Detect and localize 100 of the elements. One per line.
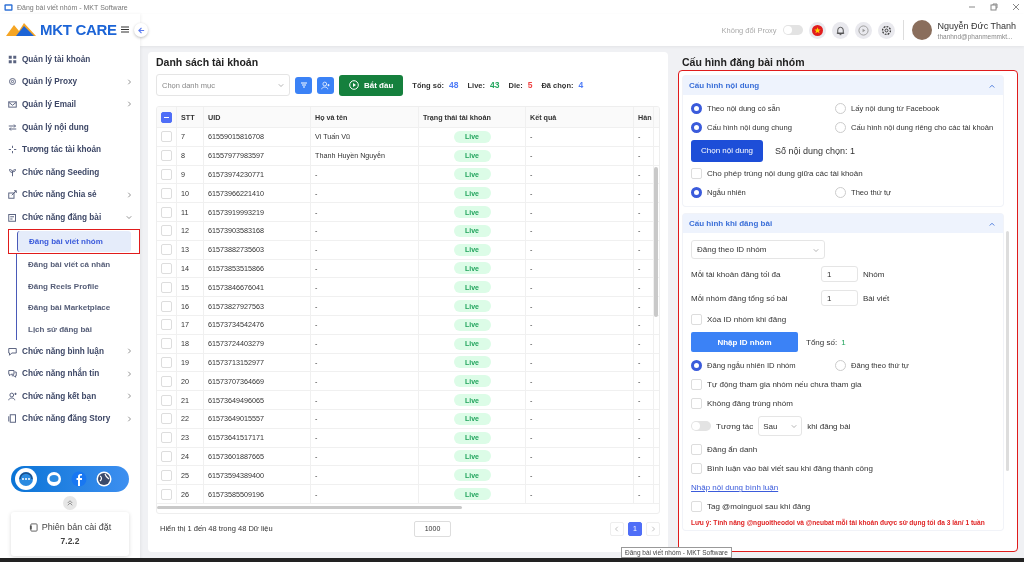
restore-icon[interactable] bbox=[990, 3, 998, 11]
proxy-toggle[interactable] bbox=[782, 25, 803, 35]
previous-page-button[interactable] bbox=[610, 521, 624, 536]
sidebar-item[interactable]: Chức năng Seeding bbox=[0, 160, 140, 184]
row-checkbox[interactable] bbox=[161, 300, 172, 312]
comment-content-link[interactable]: Nhập nội dung bình luận bbox=[691, 483, 779, 493]
sidebar-item[interactable]: Tương tác tài khoản bbox=[0, 138, 140, 161]
option-label: Cho phép trùng nội dung giữa các tài khoản bbox=[707, 168, 863, 178]
checkbox[interactable] bbox=[691, 398, 702, 410]
row-checkbox[interactable] bbox=[161, 413, 172, 425]
row-checkbox[interactable] bbox=[161, 356, 172, 368]
sidebar-subitem[interactable]: Đăng bài Marketplace bbox=[16, 296, 132, 319]
user-name: Nguyễn Đức Thanh bbox=[937, 20, 1016, 31]
gear-icon bbox=[8, 77, 17, 87]
sidebar-subitem[interactable]: Lịch sử đăng bài bbox=[16, 318, 132, 340]
row-checkbox[interactable] bbox=[161, 187, 172, 199]
number-field[interactable]: 1 bbox=[821, 290, 858, 307]
row-checkbox[interactable] bbox=[161, 169, 172, 180]
option-label: Tag @moinguoi sau khi đăng bbox=[707, 502, 811, 512]
count-label: Số nội dung chọn: 1 bbox=[775, 145, 856, 156]
row-checkbox[interactable] bbox=[161, 244, 172, 256]
checkbox[interactable] bbox=[691, 501, 702, 513]
flag-button[interactable] bbox=[808, 21, 826, 39]
row-checkbox[interactable] bbox=[161, 262, 172, 274]
post-mode-select[interactable]: Đăng theo ID nhóm bbox=[691, 240, 825, 260]
row-checkbox[interactable] bbox=[161, 150, 172, 162]
sidebar-subitem[interactable]: Đăng bài viết nhóm bbox=[17, 230, 131, 253]
avatar[interactable] bbox=[911, 20, 932, 40]
sidebar-item[interactable]: Chức năng bình luận bbox=[0, 339, 140, 363]
timing-select[interactable]: Sau bbox=[758, 416, 803, 437]
sidebar-item[interactable]: Quản lý Proxy bbox=[0, 70, 140, 94]
sidebar-item[interactable]: Chức năng kết bạn bbox=[0, 384, 140, 408]
menu-icon[interactable] bbox=[120, 25, 129, 33]
play-button[interactable] bbox=[854, 21, 872, 39]
section-header[interactable]: Cấu hình nội dung bbox=[683, 76, 1003, 95]
sidebar-item[interactable]: Quản lý Email bbox=[0, 93, 140, 116]
start-button[interactable]: Bắt đầu bbox=[339, 74, 404, 96]
chevron-right-icon bbox=[650, 525, 656, 532]
settings-button[interactable] bbox=[877, 21, 895, 39]
mail-icon bbox=[8, 100, 17, 109]
settings-icon bbox=[880, 24, 892, 36]
sidebar-item[interactable]: Chức năng Chia sẻ bbox=[0, 183, 140, 207]
select-all-checkbox[interactable] bbox=[161, 111, 172, 123]
sidebar-item[interactable]: Chức năng nhắn tin bbox=[0, 362, 140, 385]
checkbox[interactable] bbox=[691, 167, 702, 179]
close-icon[interactable] bbox=[1012, 3, 1020, 11]
section-header[interactable]: Cấu hình khi đăng bài bbox=[683, 214, 1003, 234]
interaction-toggle[interactable] bbox=[691, 421, 711, 432]
bell-button[interactable] bbox=[831, 21, 849, 39]
row-checkbox[interactable] bbox=[161, 338, 172, 350]
count-value: 1 bbox=[841, 338, 846, 347]
app-logo-text: MKT CARE bbox=[40, 20, 117, 38]
row-checkbox[interactable] bbox=[161, 394, 172, 406]
comment-icon bbox=[8, 346, 17, 356]
add-user-button[interactable] bbox=[317, 76, 334, 94]
expand-button[interactable] bbox=[63, 496, 77, 510]
row-checkbox[interactable] bbox=[161, 319, 172, 331]
action-button[interactable]: Nhập ID nhóm bbox=[691, 332, 798, 353]
chat-bubble-icon[interactable] bbox=[46, 471, 62, 487]
radio-button[interactable] bbox=[691, 187, 702, 199]
vertical-scrollbar[interactable] bbox=[1006, 231, 1009, 471]
row-checkbox[interactable] bbox=[161, 432, 172, 444]
action-button[interactable]: Chọn nội dung bbox=[691, 139, 764, 162]
chevron-down-icon bbox=[813, 246, 819, 253]
checkbox[interactable] bbox=[691, 462, 702, 474]
next-page-button[interactable] bbox=[646, 521, 660, 536]
sidebar-item[interactable]: Chức năng đăng Story bbox=[0, 407, 140, 431]
option-label: Tự động tham gia nhóm nếu chưa tham gia bbox=[707, 379, 862, 389]
sidebar-subitem[interactable]: Đăng bài viết cá nhân bbox=[16, 254, 132, 276]
sidebar-subitem[interactable]: Đăng Reels Profile bbox=[16, 275, 132, 297]
f-logo-icon[interactable] bbox=[71, 471, 87, 487]
radio-button[interactable] bbox=[691, 122, 702, 134]
filter-button[interactable] bbox=[295, 76, 312, 94]
sidebar-item[interactable]: Quản lý nội dung bbox=[0, 115, 140, 139]
globe-icon[interactable] bbox=[96, 471, 112, 487]
collapse-button[interactable] bbox=[134, 23, 148, 37]
horizontal-scrollbar[interactable] bbox=[157, 505, 462, 509]
row-checkbox[interactable] bbox=[161, 225, 172, 237]
checkbox[interactable] bbox=[691, 378, 702, 390]
row-checkbox[interactable] bbox=[161, 469, 172, 481]
checkbox[interactable] bbox=[691, 314, 702, 326]
row-checkbox[interactable] bbox=[161, 206, 172, 218]
row-checkbox[interactable] bbox=[161, 450, 172, 462]
chat-icon bbox=[8, 369, 17, 379]
radio-button[interactable] bbox=[691, 103, 702, 115]
minimize-icon[interactable] bbox=[968, 3, 976, 11]
sidebar-item[interactable]: Chức năng đăng bài bbox=[0, 206, 140, 229]
row-checkbox[interactable] bbox=[161, 375, 172, 387]
checkbox[interactable] bbox=[691, 443, 702, 455]
row-checkbox[interactable] bbox=[161, 488, 172, 500]
chevron-down-icon bbox=[278, 82, 284, 88]
field-label: Mỗi nhóm đăng tổng số bài bbox=[691, 293, 789, 303]
stat-value: 4 bbox=[578, 80, 584, 90]
radio-button[interactable] bbox=[691, 359, 702, 371]
row-checkbox[interactable] bbox=[161, 131, 172, 143]
row-checkbox[interactable] bbox=[161, 281, 172, 293]
vertical-scrollbar[interactable] bbox=[654, 167, 658, 317]
sidebar-item[interactable]: Quản lý tài khoản bbox=[0, 48, 140, 71]
number-field[interactable]: 1 bbox=[821, 266, 858, 283]
stat-value: 5 bbox=[527, 80, 533, 90]
